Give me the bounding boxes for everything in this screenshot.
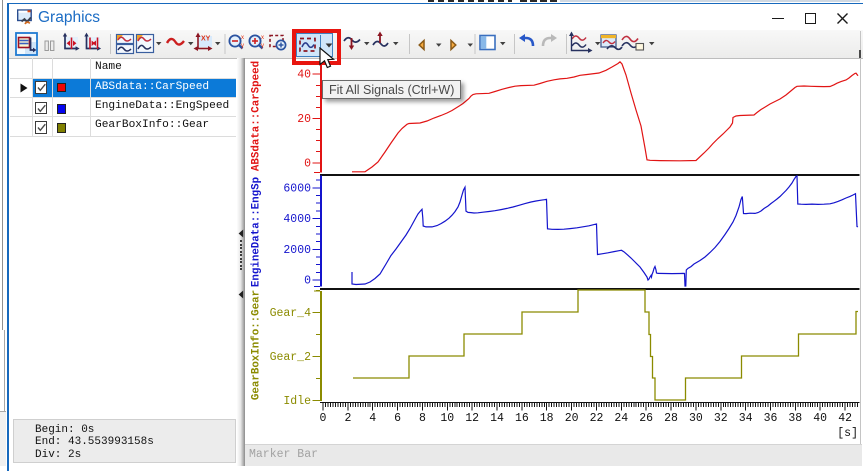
- svg-text:20: 20: [565, 412, 579, 425]
- svg-text:XY: XY: [201, 36, 211, 43]
- svg-text:40: 40: [297, 69, 311, 82]
- svg-text:10: 10: [440, 412, 454, 425]
- svg-text:34: 34: [739, 412, 753, 425]
- svg-text:6000: 6000: [283, 182, 311, 195]
- svg-text:2: 2: [344, 412, 351, 425]
- svg-text:x: x: [261, 35, 264, 41]
- svg-text:28: 28: [664, 412, 678, 425]
- svg-text:16: 16: [515, 412, 529, 425]
- svg-text:Gear_2: Gear_2: [270, 351, 312, 364]
- svg-text:22: 22: [590, 412, 604, 425]
- svg-text:2000: 2000: [283, 244, 311, 257]
- svg-text:ABSdata::CarSpeed: ABSdata::CarSpeed: [251, 61, 263, 171]
- svg-text:y: y: [261, 43, 264, 49]
- svg-text:x: x: [241, 35, 244, 41]
- svg-text:40: 40: [813, 412, 827, 425]
- svg-text:4: 4: [369, 412, 376, 425]
- svg-text:38: 38: [788, 412, 802, 425]
- svg-text:GearBoxInfo::Gear: GearBoxInfo::Gear: [251, 290, 263, 400]
- svg-text:Gear_4: Gear_4: [270, 307, 312, 320]
- svg-text:0: 0: [304, 157, 311, 170]
- svg-text:6: 6: [394, 412, 401, 425]
- svg-text:24: 24: [614, 412, 628, 425]
- svg-text:42: 42: [838, 412, 852, 425]
- svg-text:26: 26: [639, 412, 653, 425]
- svg-text:EngineData::EngSp: EngineData::EngSp: [251, 177, 263, 287]
- svg-text:14: 14: [490, 412, 504, 425]
- svg-text:30: 30: [689, 412, 703, 425]
- svg-text:8: 8: [419, 412, 426, 425]
- svg-text:0: 0: [320, 412, 327, 425]
- svg-text:20: 20: [297, 113, 311, 126]
- svg-text:18: 18: [540, 412, 554, 425]
- svg-text:y: y: [241, 43, 244, 49]
- svg-text:[s]: [s]: [837, 427, 858, 440]
- svg-text:12: 12: [465, 412, 479, 425]
- svg-text:36: 36: [764, 412, 778, 425]
- svg-text:0: 0: [304, 275, 311, 288]
- svg-text:32: 32: [714, 412, 728, 425]
- svg-text:4000: 4000: [283, 213, 311, 226]
- svg-text:Idle: Idle: [283, 395, 311, 408]
